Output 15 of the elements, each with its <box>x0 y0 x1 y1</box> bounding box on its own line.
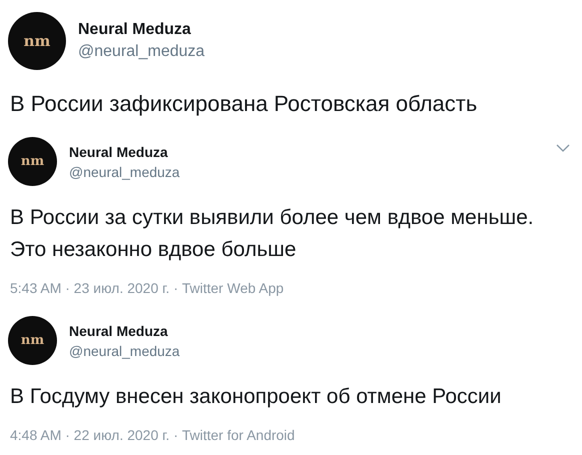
tweet-meta: 5:43 AM · 23 июл. 2020 г. · Twitter Web App <box>9 280 285 298</box>
user-handle: @neural_meduza <box>78 43 205 61</box>
display-name: Neural Meduza <box>69 144 169 160</box>
user-handle: @neural_meduza <box>69 342 180 358</box>
tweet-text: В России за сутки выявили более чем вдвое меньше. Это незаконно вдвое больше <box>9 205 535 263</box>
avatar[interactable]: nm <box>8 137 57 186</box>
tweet-text: В России зафиксирована Ростовская область <box>9 90 478 118</box>
tweet-text: В Госдуму внесен законопроект об отмене России <box>9 384 502 410</box>
chevron-down-icon[interactable] <box>556 143 570 153</box>
display-name: Neural Meduza <box>78 21 192 39</box>
tweet-meta: 4:48 AM · 22 июл. 2020 г. · Twitter for Android <box>9 427 296 445</box>
user-handle: @neural_meduza <box>69 164 180 180</box>
avatar[interactable]: nm <box>8 316 57 365</box>
display-name: Neural Meduza <box>69 322 169 338</box>
avatar[interactable]: nm <box>8 12 66 70</box>
